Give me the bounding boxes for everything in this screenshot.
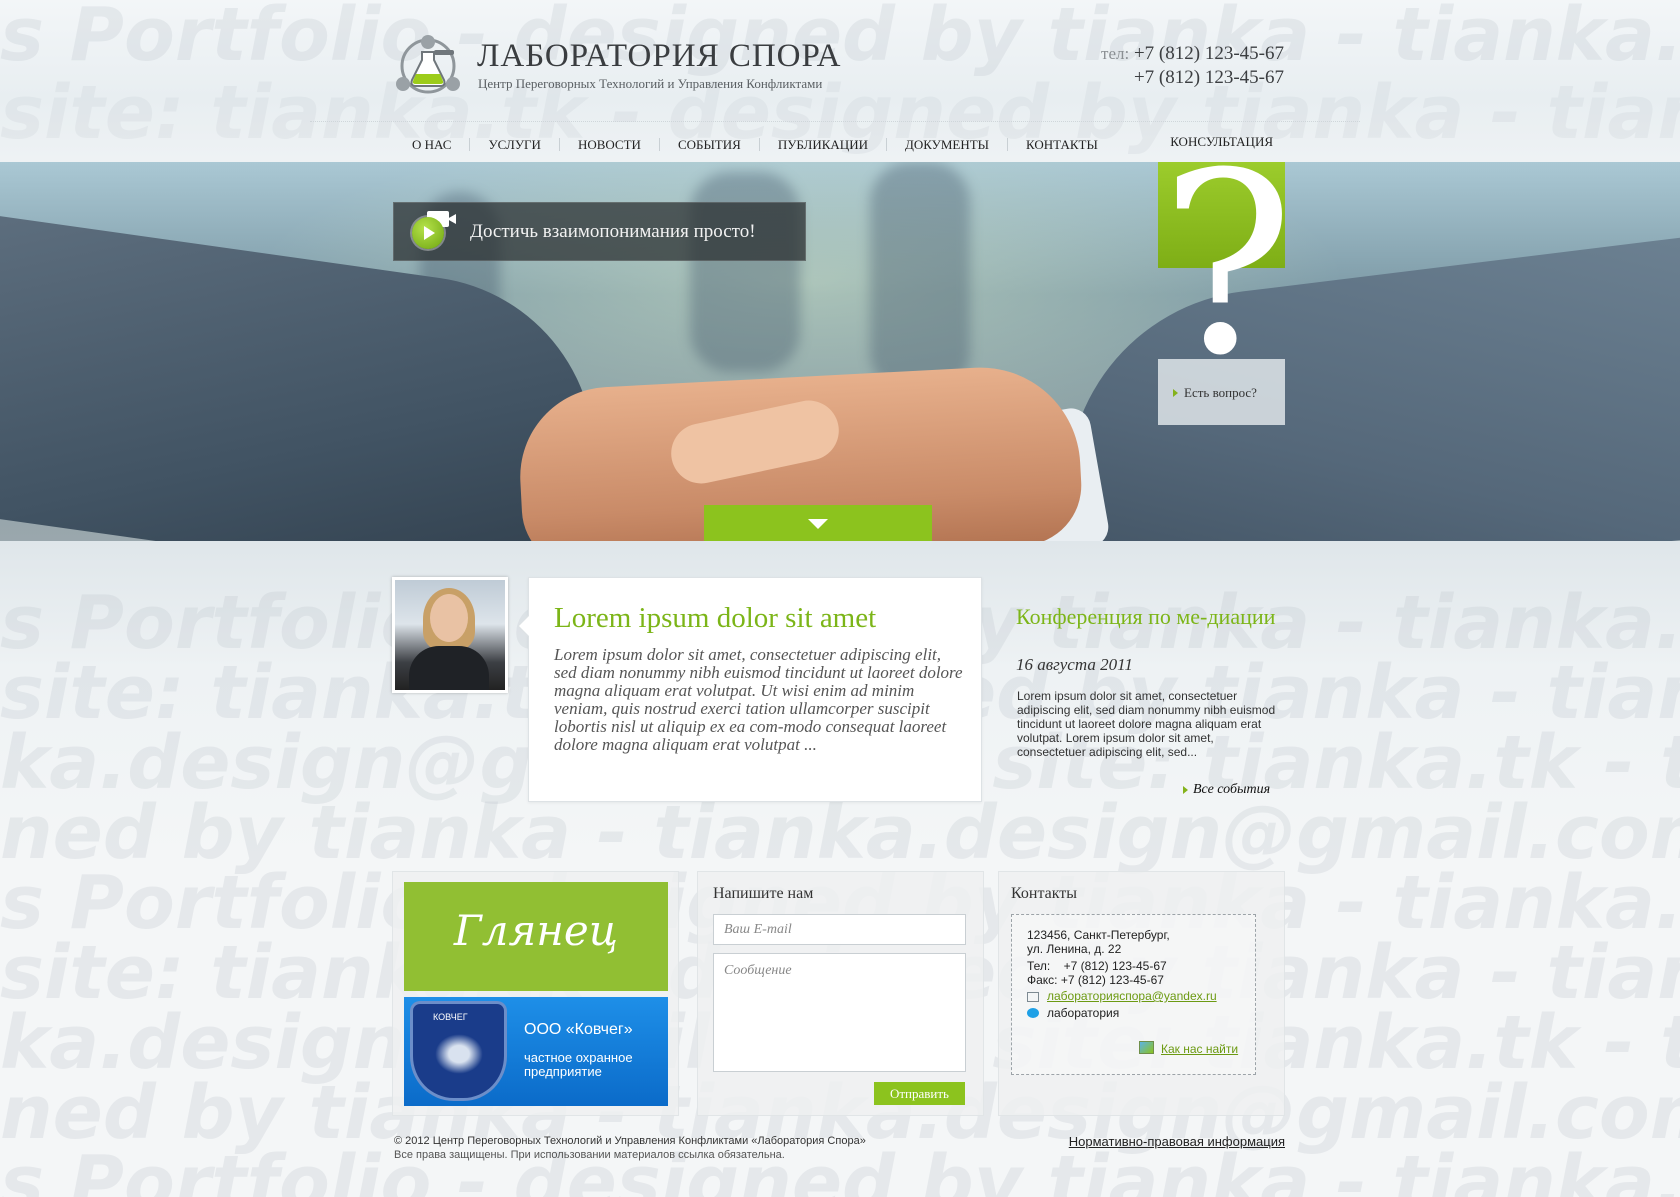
nav-item-news[interactable]: НОВОСТИ [560, 137, 660, 151]
skype-name[interactable]: лаборатория [1047, 1006, 1119, 1020]
mail-icon [1027, 992, 1039, 1002]
nav-item-contacts[interactable]: КОНТАКТЫ [1008, 138, 1116, 151]
hero-bg-figure [870, 162, 970, 392]
nav-item-publications[interactable]: ПУБЛИКАЦИИ [760, 137, 887, 151]
nav-item-events[interactable]: СОБЫТИЯ [660, 137, 760, 151]
play-icon[interactable] [412, 217, 444, 249]
nav-item-services[interactable]: УСЛУГИ [470, 137, 560, 151]
banner-kovcheg[interactable]: КОВЧЕГ ООО «Ковчег» частное охранное пре… [404, 997, 668, 1106]
quote-title: Lorem ipsum dolor sit amet [554, 602, 877, 634]
banner-kovcheg-subtitle: частное охранное предприятие [524, 1050, 633, 1079]
map-link[interactable]: Как нас найти [1161, 1042, 1238, 1056]
question-panel[interactable]: Есть вопрос? [1158, 359, 1285, 425]
nav-item-documents[interactable]: ДОКУМЕНТЫ [887, 137, 1009, 151]
all-events-link[interactable]: Все события [1182, 782, 1270, 798]
copyright: © 2012 Центр Переговорных Технологий и У… [394, 1135, 866, 1147]
avatar [392, 577, 508, 693]
quote-text: Lorem ipsum dolor sit amet, consectetuer… [554, 645, 963, 754]
event-title[interactable]: Конференция по ме-диации [1016, 605, 1276, 629]
form-heading: Напишите нам [713, 885, 814, 902]
contact-phone: +7 (812) 123-45-67 [1063, 959, 1167, 973]
scroll-down-tab[interactable] [704, 505, 932, 541]
phone-number: +7 (812) 123-45-67 [1133, 67, 1284, 88]
address-line: ул. Ленина, д. 22 [1027, 942, 1122, 956]
legal-info-link[interactable]: Нормативно-правовая информация [1069, 1134, 1285, 1149]
banner-glyanets-label: Глянец [453, 906, 619, 955]
ask-question-link[interactable]: Есть вопрос? [1173, 385, 1257, 401]
eagle-icon [435, 1034, 483, 1074]
email-field[interactable]: Ваш E-mail [713, 914, 966, 945]
address-line: 123456, Санкт-Петербург, [1027, 928, 1170, 942]
fax-label: Факс: [1027, 973, 1058, 987]
video-caption[interactable]: Достичь взаимопонимания просто! [470, 221, 756, 243]
site-tagline: Центр Переговорных Технологий и Управлен… [478, 76, 823, 91]
skype-icon [1027, 1008, 1039, 1018]
email-link[interactable]: лабораторияспора@yandex.ru [1047, 989, 1217, 1003]
nav-item-about[interactable]: О НАС [398, 137, 471, 151]
contacts-card: 123456, Санкт-Петербург, ул. Ленина, д. … [1011, 914, 1256, 1075]
phone-number: +7 (812) 123-45-67 [1133, 43, 1284, 64]
watermark-text: s Portfolio - designed by tianka - tiank… [0, 1140, 1680, 1197]
submit-button[interactable]: Отправить [874, 1082, 965, 1105]
rights-notice: Все права защищены. При использовании ма… [394, 1149, 785, 1161]
event-date: 16 августа 2011 [1016, 655, 1133, 674]
shield-label: КОВЧЕГ [433, 1012, 468, 1022]
event-text: Lorem ipsum dolor sit amet, consectetuer… [1017, 689, 1276, 759]
quote-card: Lorem ipsum dolor sit amet Lorem ipsum d… [517, 577, 982, 802]
header-phones: тел: +7 (812) 123-45-67 +7 (812) 123-45-… [1101, 42, 1284, 90]
message-field[interactable]: Сообщение [713, 953, 966, 1072]
site-title[interactable]: ЛАБОРАТОРИЯ СПОРА [477, 38, 841, 75]
video-banner[interactable]: Достичь взаимопонимания просто! [393, 202, 806, 261]
main-nav: О НАС УСЛУГИ НОВОСТИ СОБЫТИЯ ПУБЛИКАЦИИ … [398, 134, 1116, 154]
contact-fax: +7 (812) 123-45-67 [1060, 973, 1164, 987]
contacts-heading: Контакты [1011, 885, 1078, 902]
logo-icon[interactable] [392, 34, 464, 98]
question-mark-icon[interactable]: ? [1160, 140, 1294, 390]
hero-banner [0, 162, 1680, 541]
phone-label: тел: [1101, 44, 1130, 63]
map-icon[interactable] [1139, 1041, 1154, 1054]
shield-icon: КОВЧЕГ [410, 1001, 507, 1101]
banner-kovcheg-title: ООО «Ковчег» [524, 1021, 633, 1038]
phone-label: Тел: [1027, 959, 1051, 973]
banner-glyanets[interactable]: Глянец [404, 882, 668, 991]
